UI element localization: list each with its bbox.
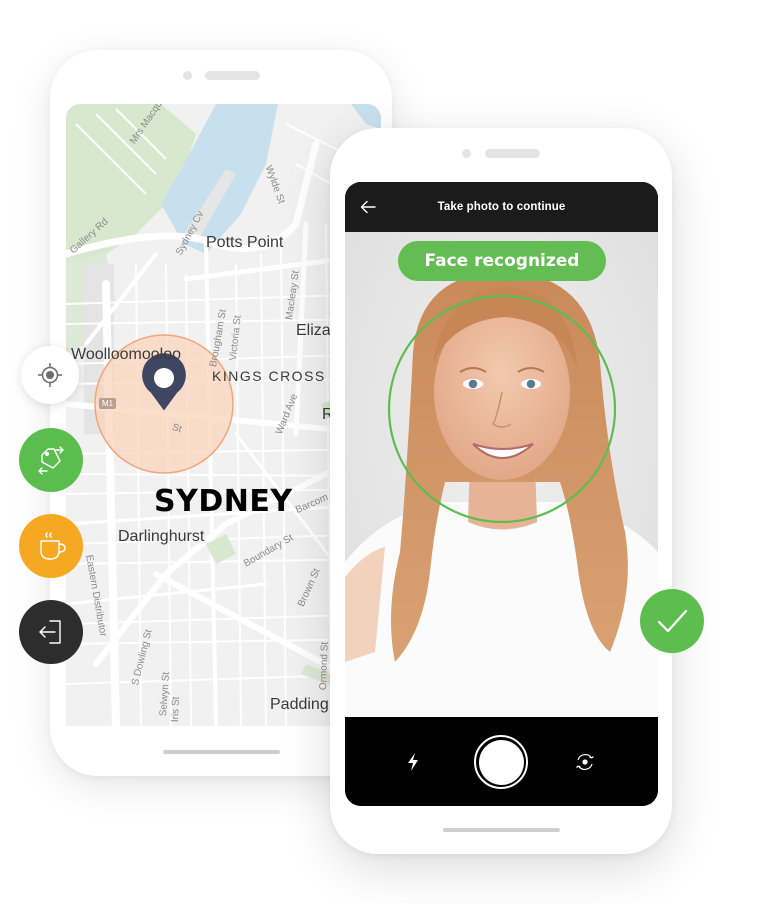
locate-me-button[interactable] [21, 346, 79, 404]
place-label-woolloomooloo: Woolloomooloo [71, 346, 181, 363]
logout-icon [39, 620, 61, 644]
shutter-button[interactable] [474, 735, 528, 789]
face-detection-ring [387, 294, 617, 524]
front-camera [462, 149, 471, 158]
camera-controls [345, 717, 658, 806]
camera-switch-icon [576, 754, 594, 770]
exit-button[interactable] [19, 600, 83, 664]
place-label-paddington: Padding [270, 696, 329, 713]
confirm-button[interactable] [640, 589, 704, 653]
face-recognized-badge: Face recognized [398, 241, 606, 281]
camera-screen: Take photo to continue Face recognized [345, 182, 658, 806]
checkmark-icon [657, 609, 688, 633]
shutter-inner [478, 739, 524, 785]
city-label-sydney: SYDNEY [154, 484, 293, 519]
camera-title: Take photo to continue [437, 201, 566, 213]
road-badge-m1: M1 [99, 398, 117, 409]
place-label-darlinghurst: Darlinghurst [118, 528, 205, 545]
lightning-icon [408, 753, 418, 771]
place-label-elizabeth-bay: Eliza [296, 322, 331, 339]
home-indicator[interactable] [443, 828, 560, 832]
flash-button[interactable] [403, 751, 423, 773]
front-camera [183, 71, 192, 80]
camera-viewfinder[interactable]: Face recognized [345, 232, 658, 717]
place-label-potts-point: Potts Point [206, 234, 284, 251]
speaker-grille [205, 71, 260, 80]
tag-swap-icon [38, 446, 64, 475]
back-button[interactable] [357, 196, 379, 218]
arrow-left-icon [360, 200, 376, 214]
camera-header: Take photo to continue [345, 182, 658, 232]
coffee-break-button[interactable] [19, 514, 83, 578]
crosshair-icon [38, 363, 62, 387]
home-indicator[interactable] [163, 750, 280, 754]
coffee-cup-icon [40, 532, 66, 560]
speaker-grille [485, 149, 540, 158]
tag-swap-button[interactable] [19, 428, 83, 492]
street-label: Iris St [170, 696, 182, 723]
street-label: Ormond St [318, 641, 331, 691]
district-label-kings-cross: KINGS CROSS [212, 368, 326, 384]
switch-camera-button[interactable] [574, 751, 596, 773]
